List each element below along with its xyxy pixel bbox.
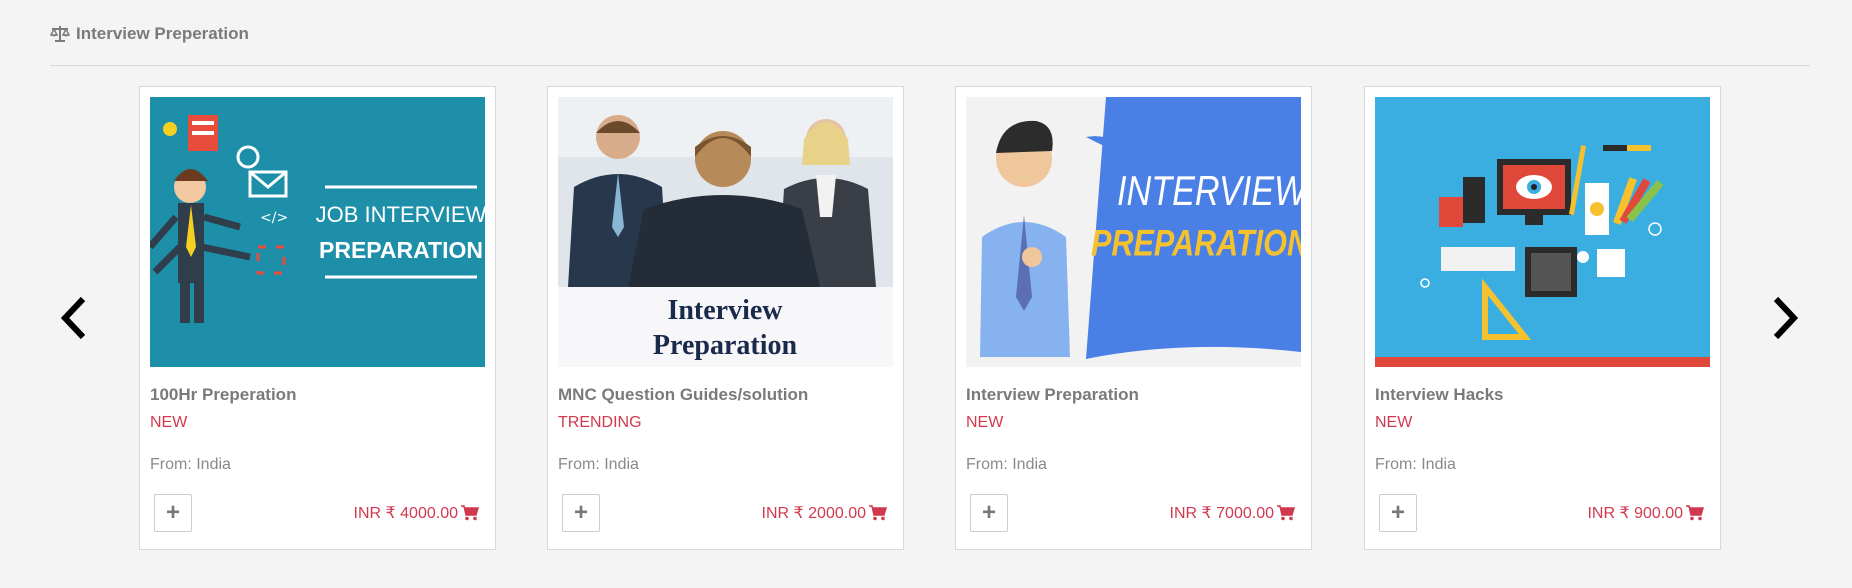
product-badge: NEW xyxy=(150,414,188,431)
add-button[interactable]: + xyxy=(154,494,192,532)
product-badge: TRENDING xyxy=(558,414,642,431)
image-caption-line2: PREPARATION xyxy=(1091,223,1301,265)
image-caption-line1: Interview xyxy=(667,295,783,326)
chevron-right-icon xyxy=(1773,296,1799,340)
product-price: INR ₹ 900.00 xyxy=(1587,505,1683,522)
product-card[interactable]: </> JOB INTERVIEW PREPARATION 100Hr Prep… xyxy=(139,86,496,550)
section-title: Interview Preperation xyxy=(76,24,249,43)
image-caption-line1: INTERVIEW xyxy=(1117,168,1301,215)
product-title[interactable]: MNC Question Guides/solution xyxy=(558,385,808,405)
product-origin: From: India xyxy=(558,456,639,473)
cart-icon xyxy=(1277,505,1295,521)
price-add-to-cart[interactable]: INR ₹ 2000.00 xyxy=(762,503,887,523)
product-origin: From: India xyxy=(1375,456,1456,473)
product-card[interactable]: Interview Hacks NEW From: India + INR ₹ … xyxy=(1364,86,1721,550)
cart-icon xyxy=(1686,505,1704,521)
product-badge: NEW xyxy=(1375,414,1413,431)
product-image[interactable] xyxy=(1375,97,1710,367)
chevron-left-icon xyxy=(60,296,86,340)
add-button[interactable]: + xyxy=(970,494,1008,532)
carousel-prev-button[interactable] xyxy=(52,292,96,344)
product-title[interactable]: 100Hr Preperation xyxy=(150,385,296,405)
section-divider xyxy=(50,65,1810,66)
price-add-to-cart[interactable]: INR ₹ 900.00 xyxy=(1587,503,1704,523)
price-add-to-cart[interactable]: INR ₹ 7000.00 xyxy=(1170,503,1295,523)
product-card[interactable]: INTERVIEW PREPARATION Interview Preparat… xyxy=(955,86,1312,550)
image-caption-line1: JOB INTERVIEW xyxy=(316,202,485,227)
product-title[interactable]: Interview Hacks xyxy=(1375,385,1504,405)
add-button[interactable]: + xyxy=(562,494,600,532)
section-header: Interview Preperation xyxy=(50,24,249,44)
product-price: INR ₹ 2000.00 xyxy=(761,505,866,522)
price-add-to-cart[interactable]: INR ₹ 4000.00 xyxy=(354,503,479,523)
product-price: INR ₹ 7000.00 xyxy=(1169,505,1274,522)
product-origin: From: India xyxy=(966,456,1047,473)
image-caption-line2: Preparation xyxy=(653,330,798,361)
product-origin: From: India xyxy=(150,456,231,473)
image-caption-line2: PREPARATION xyxy=(319,237,483,263)
product-price: INR ₹ 4000.00 xyxy=(353,505,458,522)
product-image[interactable]: </> JOB INTERVIEW PREPARATION xyxy=(150,97,485,367)
product-image[interactable]: Interview Preparation xyxy=(558,97,893,367)
balance-scale-icon xyxy=(50,25,70,43)
product-title[interactable]: Interview Preparation xyxy=(966,385,1139,405)
svg-text:</>: </> xyxy=(260,210,288,226)
product-image[interactable]: INTERVIEW PREPARATION xyxy=(966,97,1301,367)
carousel-next-button[interactable] xyxy=(1763,292,1807,344)
product-card[interactable]: Interview Preparation MNC Question Guide… xyxy=(547,86,904,550)
cart-icon xyxy=(869,505,887,521)
cart-icon xyxy=(461,505,479,521)
product-badge: NEW xyxy=(966,414,1004,431)
add-button[interactable]: + xyxy=(1379,494,1417,532)
